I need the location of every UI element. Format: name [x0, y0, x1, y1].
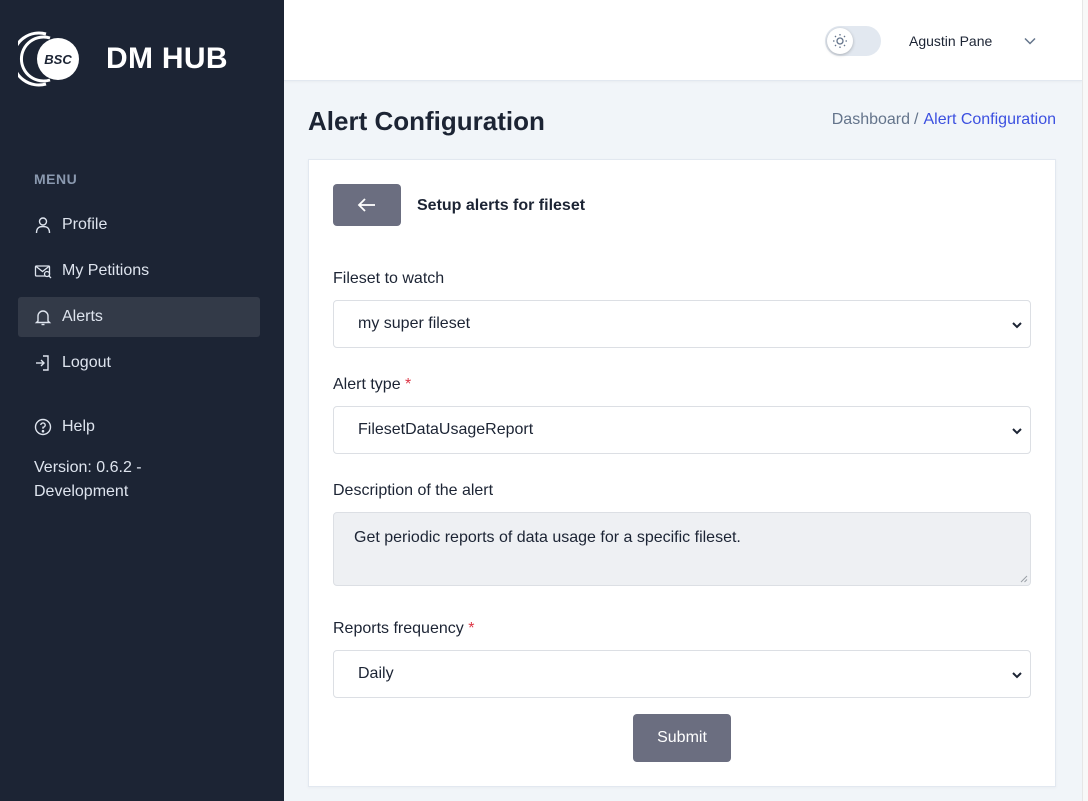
- sun-icon: [833, 34, 847, 48]
- top-bar: Agustin Pane: [284, 0, 1082, 81]
- description-label: Description of the alert: [333, 482, 494, 499]
- bell-icon: [34, 310, 52, 326]
- resize-handle-icon[interactable]: [1020, 575, 1028, 583]
- menu-label: MENU: [34, 171, 78, 187]
- help-icon: [34, 418, 52, 436]
- alert-type-select-value: FilesetDataUsageReport: [358, 421, 534, 438]
- chevron-down-icon[interactable]: [1022, 33, 1038, 49]
- sidebar-item-label: Alerts: [62, 308, 103, 325]
- fileset-select-value: my super fileset: [358, 315, 471, 332]
- sidebar-item-label: Profile: [62, 216, 108, 233]
- sidebar-item-alerts[interactable]: Alerts: [18, 297, 260, 337]
- alert-config-card: Setup alerts for fileset Fileset to watc…: [308, 159, 1056, 787]
- submit-button[interactable]: Submit: [633, 714, 731, 762]
- required-mark: *: [405, 376, 412, 393]
- version-text: Version: 0.6.2 - Development: [34, 459, 142, 500]
- sidebar-item-my-petitions[interactable]: My Petitions: [18, 251, 260, 291]
- frequency-label: Reports frequency *: [333, 620, 474, 638]
- arrow-left-icon: [357, 198, 375, 212]
- logout-icon: [36, 355, 49, 371]
- sidebar-item-profile[interactable]: Profile: [18, 205, 260, 245]
- page-title: Alert Configuration: [308, 106, 545, 136]
- sidebar-item-help[interactable]: Help: [18, 407, 260, 447]
- breadcrumb-dashboard[interactable]: Dashboard: [832, 111, 910, 129]
- sidebar-item-label: Logout: [62, 354, 111, 371]
- user-name[interactable]: Agustin Pane: [909, 33, 992, 49]
- sidebar: BSC DM HUB MENU Profile My Petitions Ale…: [0, 0, 284, 801]
- chevron-down-icon: [1012, 428, 1022, 435]
- breadcrumb-separator: /: [914, 111, 919, 128]
- user-icon: [35, 217, 51, 234]
- chevron-down-icon: [1012, 672, 1022, 679]
- window-edge: [1082, 0, 1088, 801]
- breadcrumb-current: Alert Configuration: [923, 111, 1056, 128]
- required-mark: *: [468, 620, 475, 637]
- chevron-down-icon: [1012, 322, 1022, 329]
- frequency-select[interactable]: Daily: [333, 650, 1031, 698]
- alert-type-label-text: Alert type: [333, 376, 401, 393]
- sidebar-item-label: Help: [62, 418, 95, 435]
- theme-toggle[interactable]: [825, 26, 881, 56]
- frequency-select-value: Daily: [358, 665, 394, 682]
- svg-text:BSC: BSC: [44, 52, 72, 67]
- description-text: Get periodic reports of data usage for a…: [354, 529, 741, 546]
- form-heading: Setup alerts for fileset: [417, 197, 586, 214]
- breadcrumb: Dashboard / Alert Configuration: [832, 111, 1056, 129]
- fileset-select[interactable]: my super fileset: [333, 300, 1031, 348]
- alert-type-label: Alert type *: [333, 376, 411, 394]
- sidebar-item-label: My Petitions: [62, 262, 150, 279]
- bsc-logo: BSC: [11, 30, 84, 88]
- toggle-knob: [827, 28, 853, 54]
- petitions-icon: [34, 265, 52, 279]
- app-name: DM HUB: [106, 42, 228, 75]
- fileset-label: Fileset to watch: [333, 270, 445, 287]
- alert-type-select[interactable]: FilesetDataUsageReport: [333, 406, 1031, 454]
- frequency-label-text: Reports frequency: [333, 620, 464, 637]
- description-textarea[interactable]: Get periodic reports of data usage for a…: [333, 512, 1031, 586]
- sidebar-item-logout[interactable]: Logout: [18, 343, 260, 383]
- back-button[interactable]: [333, 184, 401, 226]
- brand[interactable]: BSC DM HUB: [11, 30, 228, 88]
